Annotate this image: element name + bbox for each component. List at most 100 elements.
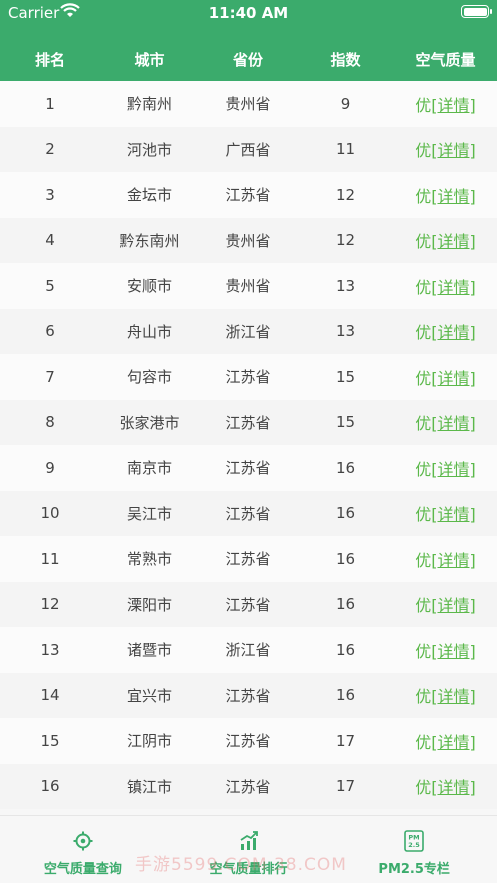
province-cell: 江苏省 xyxy=(225,504,271,523)
quality-level: 优 xyxy=(415,323,432,343)
rank-cell: 5 xyxy=(45,276,55,295)
city-cell: 黔东南州 xyxy=(119,231,180,250)
status-bar: Carrier 11:40 AM xyxy=(0,0,497,37)
tab-label: 空气质量查询 xyxy=(43,862,122,877)
index-cell: 16 xyxy=(335,458,356,477)
city-cell: 江阴市 xyxy=(126,732,172,751)
province-cell: 江苏省 xyxy=(225,732,271,751)
index-cell: 17 xyxy=(335,731,356,750)
province-cell: 贵州省 xyxy=(225,277,271,296)
tab-pm25-column[interactable]: PM 2.5 PM2.5专栏 xyxy=(331,816,497,883)
rank-cell: 1 xyxy=(45,94,55,113)
index-cell: 16 xyxy=(335,549,356,568)
province-cell: 江苏省 xyxy=(225,777,271,796)
table-header: 排名 城市 省份 指数 空气质量 xyxy=(0,37,497,81)
table-row: 10 吴江市 江苏省 16 优[详情] xyxy=(0,490,497,536)
index-cell: 16 xyxy=(335,640,356,659)
detail-link[interactable]: [详情] xyxy=(431,642,476,661)
rank-cell: 16 xyxy=(40,777,60,796)
province-cell: 江苏省 xyxy=(225,413,271,432)
detail-link[interactable]: [详情] xyxy=(431,733,476,752)
index-cell: 16 xyxy=(335,595,356,614)
detail-link[interactable]: [详情] xyxy=(431,687,476,706)
quality-level: 优 xyxy=(415,459,432,479)
detail-link[interactable]: [详情] xyxy=(431,414,476,433)
quality-level: 优 xyxy=(415,778,432,798)
city-cell: 常熟市 xyxy=(126,550,172,569)
air-quality-cell: 优[详情] xyxy=(394,774,497,798)
tab-air-quality-ranking[interactable]: 空气质量排行 xyxy=(166,816,332,883)
rank-cell: 15 xyxy=(40,731,60,750)
table-row: 14 宜兴市 江苏省 16 优[详情] xyxy=(0,672,497,718)
detail-link[interactable]: [详情] xyxy=(431,460,476,479)
ranking-chart-icon xyxy=(239,830,259,852)
rank-cell: 7 xyxy=(45,367,55,386)
index-cell: 13 xyxy=(335,322,356,341)
detail-link[interactable]: [详情] xyxy=(431,369,476,388)
quality-level: 优 xyxy=(415,732,432,752)
tab-bar: 空气质量查询 空气质量排行 PM 2.5 PM2.5专栏 xyxy=(0,815,497,883)
detail-link[interactable]: [详情] xyxy=(431,96,476,115)
province-cell: 浙江省 xyxy=(225,322,271,341)
index-cell: 13 xyxy=(335,276,356,295)
air-quality-cell: 优[详情] xyxy=(394,729,497,753)
province-cell: 江苏省 xyxy=(225,686,271,705)
table-row: 2 河池市 广西省 11 优[详情] xyxy=(0,126,497,172)
detail-link[interactable]: [详情] xyxy=(431,232,476,251)
city-cell: 镇江市 xyxy=(126,777,172,796)
province-cell: 江苏省 xyxy=(225,595,271,614)
quality-level: 优 xyxy=(415,596,432,616)
air-quality-cell: 优[详情] xyxy=(394,319,497,343)
air-quality-cell: 优[详情] xyxy=(394,92,497,116)
province-cell: 广西省 xyxy=(225,140,271,159)
air-quality-cell: 优[详情] xyxy=(394,137,497,161)
province-cell: 江苏省 xyxy=(225,550,271,569)
rank-cell: 8 xyxy=(45,413,55,432)
air-quality-cell: 优[详情] xyxy=(394,228,497,252)
quality-level: 优 xyxy=(415,641,432,661)
air-quality-cell: 优[详情] xyxy=(394,183,497,207)
column-header-province: 省份 xyxy=(232,50,263,69)
pm25-icon-text-bottom: 2.5 xyxy=(408,841,420,849)
quality-level: 优 xyxy=(415,414,432,434)
table-row: 16 镇江市 江苏省 17 优[详情] xyxy=(0,763,497,809)
air-quality-cell: 优[详情] xyxy=(394,365,497,389)
detail-link[interactable]: [详情] xyxy=(431,596,476,615)
table-row: 4 黔东南州 贵州省 12 优[详情] xyxy=(0,217,497,263)
air-quality-cell: 优[详情] xyxy=(394,547,497,571)
rank-cell: 4 xyxy=(45,231,55,250)
rank-cell: 9 xyxy=(45,458,55,477)
air-quality-cell: 优[详情] xyxy=(394,592,497,616)
table-row: 7 句容市 江苏省 15 优[详情] xyxy=(0,354,497,400)
city-cell: 安顺市 xyxy=(126,277,172,296)
city-cell: 吴江市 xyxy=(126,504,172,523)
air-quality-cell: 优[详情] xyxy=(394,638,497,662)
air-quality-cell: 优[详情] xyxy=(394,456,497,480)
province-cell: 贵州省 xyxy=(225,95,271,114)
detail-link[interactable]: [详情] xyxy=(431,551,476,570)
table-row: 13 诸暨市 浙江省 16 优[详情] xyxy=(0,627,497,673)
table-row: 1 黔南州 贵州省 9 优[详情] xyxy=(0,81,497,127)
tab-label: 空气质量排行 xyxy=(209,862,288,877)
detail-link[interactable]: [详情] xyxy=(431,187,476,206)
detail-link[interactable]: [详情] xyxy=(431,505,476,524)
detail-link[interactable]: [详情] xyxy=(431,278,476,297)
detail-link[interactable]: [详情] xyxy=(431,778,476,797)
index-cell: 11 xyxy=(335,140,356,159)
province-cell: 江苏省 xyxy=(225,186,271,205)
air-quality-cell: 优[详情] xyxy=(394,410,497,434)
clock-time: 11:40 AM xyxy=(208,4,289,22)
column-header-index: 指数 xyxy=(330,50,361,69)
table-row: 5 安顺市 贵州省 13 优[详情] xyxy=(0,263,497,309)
quality-level: 优 xyxy=(415,505,432,525)
quality-level: 优 xyxy=(415,232,432,252)
detail-link[interactable]: [详情] xyxy=(431,323,476,342)
column-header-city: 城市 xyxy=(134,50,165,69)
pm25-icon: PM 2.5 xyxy=(404,830,424,852)
index-cell: 15 xyxy=(335,367,356,386)
index-cell: 16 xyxy=(335,504,356,523)
detail-link[interactable]: [详情] xyxy=(431,141,476,160)
tab-air-quality-query[interactable]: 空气质量查询 xyxy=(0,816,166,883)
city-cell: 舟山市 xyxy=(126,322,172,341)
city-cell: 张家港市 xyxy=(119,413,180,432)
